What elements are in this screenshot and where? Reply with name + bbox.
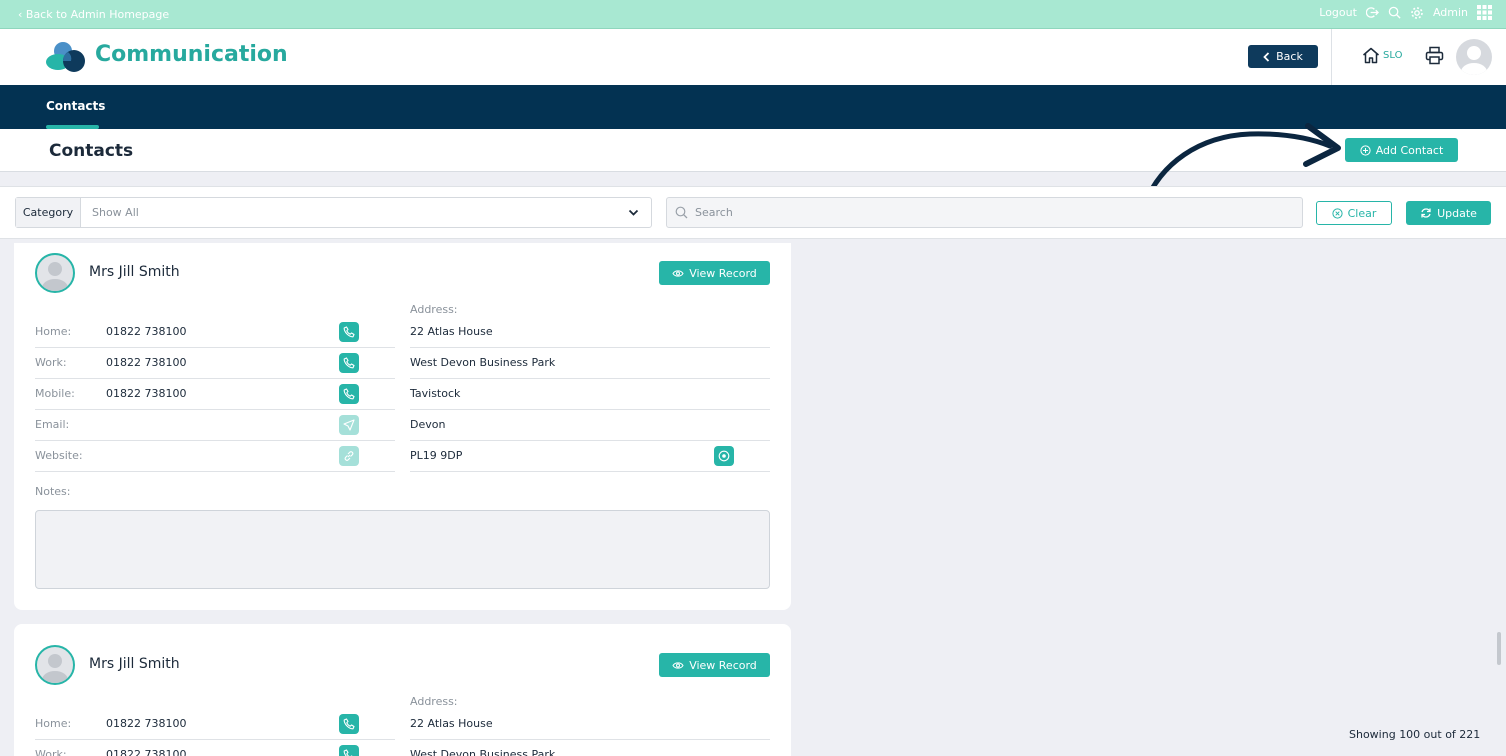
phone-icon[interactable] [339,714,359,734]
address-value: Tavistock [410,387,461,400]
field-row-mobile: Mobile: 01822 738100 [35,379,395,410]
contact-avatar [35,645,75,685]
category-label: Category [16,198,81,227]
address-line: Devon [410,410,770,441]
search-icon [675,206,688,219]
print-icon[interactable] [1425,46,1444,69]
field-row-work: Work: 01822 738100 [35,348,395,379]
field-value: 01822 738100 [106,356,187,369]
eye-icon [672,661,684,669]
view-record-button[interactable]: View Record [659,261,770,285]
page-title: Contacts [49,141,134,161]
back-button[interactable]: Back [1248,45,1318,68]
link-icon [339,446,359,466]
field-row-website: Website: [35,441,395,472]
search-icon[interactable] [1388,6,1401,19]
contact-card: Mrs Jill Smith View Record Address: Home… [14,243,791,610]
filter-bar: Category Show All Clear Update [0,186,1506,239]
address-label: Address: [410,303,458,316]
search-field[interactable] [666,197,1303,228]
app-title: Communication [95,42,288,67]
address-label: Address: [410,695,458,708]
top-bar: ‹ Back to Admin Homepage Logout Admin [0,0,1506,29]
category-value: Show All [92,206,139,219]
home-icon[interactable] [1362,47,1380,68]
tab-contacts[interactable]: Contacts [46,99,105,113]
add-contact-button[interactable]: Add Contact [1345,138,1458,162]
results-count: Showing 100 out of 221 [1349,728,1481,741]
field-value: 01822 738100 [106,325,187,338]
send-icon [339,415,359,435]
field-value: 01822 738100 [106,748,187,756]
contact-avatar [35,253,75,293]
eye-icon [672,269,684,277]
chevron-down-icon [628,209,639,216]
app-logo-icon [46,41,88,73]
contact-name: Mrs Jill Smith [89,264,180,280]
refresh-icon [1421,208,1431,218]
admin-user-label[interactable]: Admin [1433,6,1468,19]
address-line: 22 Atlas House [410,709,770,740]
notes-field[interactable] [35,510,770,589]
add-contact-label: Add Contact [1375,143,1444,157]
address-value: 22 Atlas House [410,325,493,338]
view-record-button[interactable]: View Record [659,653,770,677]
address-value: Devon [410,418,446,431]
address-line: West Devon Business Park [410,740,770,756]
field-row-home: Home: 01822 738100 [35,317,395,348]
field-label: Work: [35,356,67,369]
site-code[interactable]: SLO [1383,50,1402,61]
field-value: 01822 738100 [106,717,187,730]
address-value: PL19 9DP [410,449,463,462]
update-label: Update [1437,206,1477,220]
address-line: Tavistock [410,379,770,410]
phone-icon[interactable] [339,745,359,756]
back-button-label: Back [1276,50,1303,63]
view-record-label: View Record [689,266,757,280]
address-line: 22 Atlas House [410,317,770,348]
app-header: Communication Back SLO [0,29,1506,85]
update-button[interactable]: Update [1406,201,1491,225]
field-label: Email: [35,418,70,431]
field-label: Work: [35,748,67,756]
address-value: 22 Atlas House [410,717,493,730]
field-row-email: Email: [35,410,395,441]
back-to-admin-link[interactable]: ‹ Back to Admin Homepage [18,8,169,21]
clear-circle-icon [1332,207,1343,219]
view-record-label: View Record [689,658,757,672]
logout-icon[interactable] [1365,6,1379,19]
phone-icon[interactable] [339,384,359,404]
field-label: Home: [35,717,72,730]
map-pin-icon[interactable] [714,446,734,466]
header-divider [1331,29,1332,85]
address-value: West Devon Business Park [410,748,556,756]
contact-card: Mrs Jill Smith View Record Address: Home… [14,624,791,756]
contact-name: Mrs Jill Smith [89,656,180,672]
field-row-work: Work: 01822 738100 [35,740,395,756]
user-avatar[interactable] [1456,39,1492,75]
phone-icon[interactable] [339,353,359,373]
phone-icon[interactable] [339,322,359,342]
scrollbar-thumb[interactable] [1497,632,1501,665]
field-label: Website: [35,449,83,462]
logout-link[interactable]: Logout [1319,6,1357,19]
notes-label: Notes: [35,485,71,498]
category-select[interactable]: Category Show All [15,197,652,228]
field-label: Mobile: [35,387,75,400]
apps-grid-icon[interactable] [1477,5,1492,20]
field-label: Home: [35,325,72,338]
gear-icon[interactable] [1410,6,1424,20]
address-line: PL19 9DP [410,441,770,472]
address-value: West Devon Business Park [410,356,556,369]
search-input[interactable] [695,198,1295,227]
address-line: West Devon Business Park [410,348,770,379]
clear-label: Clear [1347,206,1377,220]
plus-circle-icon [1360,144,1371,156]
clear-button[interactable]: Clear [1316,201,1392,225]
chevron-left-icon [1263,51,1270,62]
field-value: 01822 738100 [106,387,187,400]
field-row-home: Home: 01822 738100 [35,709,395,740]
